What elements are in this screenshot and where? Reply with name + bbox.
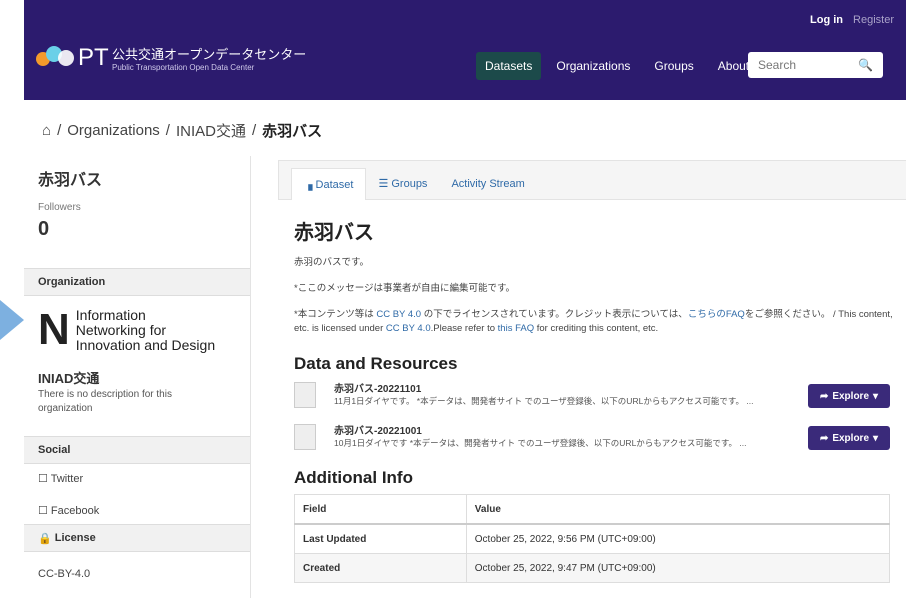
logo-title: 公共交通オープンデータセンター — [112, 47, 307, 62]
org-name[interactable]: INIAD交通 — [38, 368, 99, 387]
login-link[interactable]: Log in — [810, 14, 843, 26]
main-content: ▗ Dataset ☰ Groups Activity Stream 赤羽バス … — [270, 156, 906, 598]
org-logo-mark: N — [38, 305, 70, 354]
org-heading: Organization — [24, 268, 250, 296]
site-logo[interactable]: PT 公共交通オープンデータセンター Public Transportation… — [36, 44, 306, 72]
breadcrumb-org[interactable]: INIAD交通 — [176, 120, 246, 141]
file-icon — [294, 424, 316, 450]
search-placeholder: Search — [758, 58, 797, 72]
resources-heading: Data and Resources — [294, 354, 458, 373]
tab-dataset[interactable]: ▗ Dataset — [291, 168, 367, 200]
twitter-link[interactable]: ☐ Twitter — [38, 472, 83, 485]
followers-label: Followers — [38, 202, 81, 213]
nav-organizations[interactable]: Organizations — [547, 52, 639, 80]
resource-desc: 11月1日ダイヤです。 *本データは、開発者サイト でのユーザ登録後、以下のUR… — [334, 396, 754, 406]
org-description: There is no description for this organiz… — [38, 389, 172, 414]
table-header-row: Field Value — [294, 494, 891, 525]
org-logo[interactable]: N Information Networking for Innovation … — [38, 308, 215, 353]
logo-mark: PT — [36, 44, 109, 72]
table-row: Created October 25, 2022, 9:47 PM (UTC+09… — [294, 553, 891, 583]
breadcrumb-organizations[interactable]: Organizations — [67, 122, 160, 139]
logo-subtitle: Public Transportation Open Data Center — [112, 63, 255, 72]
additional-info-heading: Additional Info — [294, 468, 413, 487]
resource-desc: 10月1日ダイヤです *本データは、開発者サイト でのユーザ登録後、以下のURL… — [334, 438, 747, 448]
resource-title[interactable]: 赤羽バス-20221001 — [334, 422, 422, 437]
breadcrumb: ⌂ / Organizations / INIAD交通 / 赤羽バス — [42, 120, 323, 141]
cc-link-2[interactable]: CC BY 4.0 — [386, 323, 431, 334]
additional-info-table: Field Value Last Updated October 25, 2022,… — [294, 494, 891, 583]
explore-button[interactable]: ➦ Explore ▾ — [808, 426, 890, 450]
search-icon[interactable]: 🔍 — [858, 58, 873, 72]
resource-title[interactable]: 赤羽バス-20221101 — [334, 380, 421, 395]
dataset-side-title: 赤羽バス — [38, 172, 103, 189]
license-text: *本コンテンツ等は CC BY 4.0 の下でライセンスされています。クレジット… — [294, 309, 893, 334]
description-2: *ここのメッセージは事業者が自由に編集可能です。 — [294, 283, 516, 294]
sidebar: 赤羽バス Followers 0 Organization N Informat… — [24, 156, 251, 598]
cc-link[interactable]: CC BY 4.0 — [376, 309, 421, 320]
tab-activity[interactable]: Activity Stream — [439, 169, 536, 199]
home-icon[interactable]: ⌂ — [42, 122, 51, 139]
nav-groups[interactable]: Groups — [645, 52, 702, 80]
callout-arrow — [0, 300, 24, 340]
table-row: Last Updated October 25, 2022, 9:56 PM (U… — [294, 523, 891, 554]
faq-jp-link[interactable]: こちらのFAQ — [688, 309, 745, 320]
nav-datasets[interactable]: Datasets — [476, 52, 542, 80]
tab-groups[interactable]: ☰ Groups — [366, 168, 439, 199]
account-links: Log in Register — [810, 14, 894, 26]
explore-button[interactable]: ➦ Explore ▾ — [808, 384, 890, 408]
social-heading: Social — [24, 436, 250, 464]
license-heading: 🔒 License — [24, 524, 250, 552]
facebook-link[interactable]: ☐ Facebook — [38, 504, 99, 517]
page-title: 赤羽バス — [294, 222, 374, 244]
header: Log in Register PT 公共交通オープンデータセンター Publi… — [24, 0, 906, 100]
breadcrumb-current[interactable]: 赤羽バス — [262, 120, 322, 141]
resource-item[interactable]: 赤羽バス-20221001 10月1日ダイヤです *本データは、開発者サイト で… — [294, 422, 890, 454]
page: Log in Register PT 公共交通オープンデータセンター Publi… — [24, 0, 906, 598]
tab-bar: ▗ Dataset ☰ Groups Activity Stream — [278, 160, 906, 200]
license-value: CC-BY-4.0 — [38, 568, 91, 580]
file-icon — [294, 382, 316, 408]
resource-item[interactable]: 赤羽バス-20221101 11月1日ダイヤです。 *本データは、開発者サイト … — [294, 380, 890, 412]
search-input[interactable]: Search 🔍 — [748, 52, 883, 78]
register-link[interactable]: Register — [853, 14, 894, 26]
faq-en-link[interactable]: this FAQ — [498, 323, 534, 334]
description-1: 赤羽のバスです。 — [294, 257, 370, 268]
main-nav: Datasets Organizations Groups About — [476, 52, 758, 80]
followers-count: 0 — [38, 218, 50, 240]
